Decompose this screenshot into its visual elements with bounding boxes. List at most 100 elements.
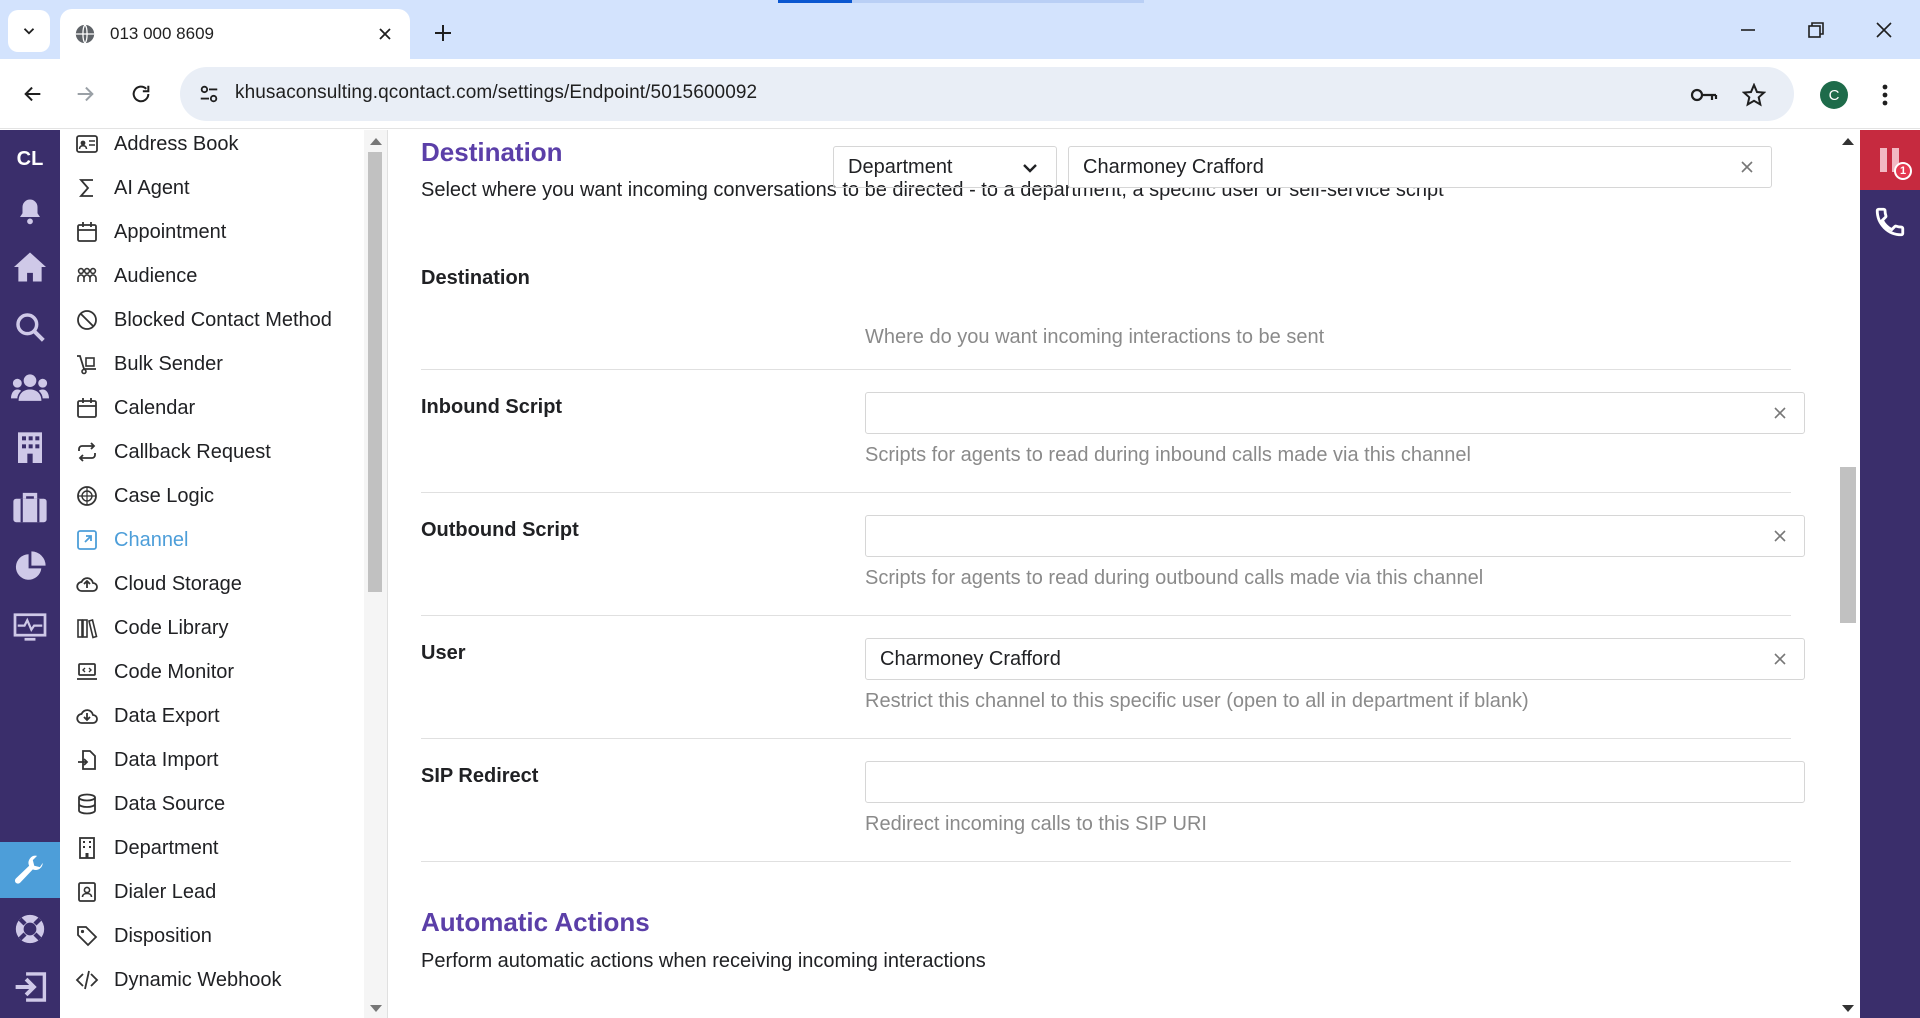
phone-button[interactable]	[1860, 192, 1920, 252]
address-bar[interactable]: khusaconsulting.qcontact.com/settings/En…	[180, 67, 1794, 121]
url-text[interactable]: khusaconsulting.qcontact.com/settings/En…	[235, 82, 757, 104]
settings-nav-item-audience[interactable]: Audience	[74, 256, 197, 296]
user-input[interactable]: Charmoney Crafford	[865, 638, 1805, 680]
back-button[interactable]	[14, 75, 52, 113]
settings-nav-item-label: Audience	[114, 264, 198, 287]
app-logo[interactable]: CL	[0, 148, 60, 171]
settings-nav-item-bulk-sender[interactable]: Bulk Sender	[74, 344, 223, 384]
organisations-button[interactable]	[0, 422, 60, 472]
settings-nav-item-appointment[interactable]: Appointment	[74, 212, 226, 252]
app-right-rail: 1	[1860, 130, 1920, 1018]
new-tab-button[interactable]	[426, 16, 460, 50]
inbound-script-input[interactable]	[865, 392, 1805, 434]
settings-nav-item-data-import[interactable]: Data Import	[74, 740, 218, 780]
monitor-icon	[13, 613, 47, 641]
settings-button[interactable]	[0, 842, 60, 898]
scroll-down-arrow[interactable]	[1842, 1005, 1854, 1012]
settings-nav-item-callback-request[interactable]: Callback Request	[74, 432, 271, 472]
settings-nav-item-data-source[interactable]: Data Source	[74, 784, 225, 824]
phone-icon	[1875, 207, 1905, 237]
building-icon	[74, 835, 100, 861]
browser-tab[interactable]: 013 000 8609	[60, 9, 410, 59]
profile-avatar[interactable]: C	[1820, 81, 1848, 109]
external-link-icon	[74, 527, 100, 553]
blocked-icon	[77, 310, 97, 330]
password-key-button[interactable]	[1690, 81, 1718, 109]
close-icon	[1774, 653, 1786, 665]
clear-inbound-script-button[interactable]	[1770, 403, 1790, 423]
file-import-icon	[74, 747, 100, 773]
settings-nav-item-case-logic[interactable]: Case Logic	[74, 476, 214, 516]
contact-icon	[78, 882, 96, 902]
settings-nav-scrollbar[interactable]	[364, 130, 388, 1018]
inbound-script-label: Inbound Script	[421, 396, 563, 418]
destination-type-select[interactable]: Department	[833, 146, 1057, 188]
contacts-button[interactable]	[0, 362, 60, 412]
home-button[interactable]	[0, 242, 60, 292]
settings-nav-item-label: Blocked Contact Method	[114, 308, 332, 331]
search-button[interactable]	[0, 302, 60, 352]
help-button[interactable]	[0, 904, 60, 954]
settings-nav-item-code-monitor[interactable]: Code Monitor	[74, 652, 234, 692]
tab-search-button[interactable]	[8, 10, 50, 52]
close-icon	[1774, 530, 1786, 542]
settings-nav-item-label: Address Book	[114, 132, 239, 155]
reports-button[interactable]	[0, 542, 60, 592]
destination-department-input[interactable]: Charmoney Crafford	[1068, 146, 1772, 188]
forward-button[interactable]	[66, 75, 104, 113]
settings-nav-item-label: Appointment	[114, 220, 227, 243]
settings-nav-item-calendar[interactable]: Calendar	[74, 388, 195, 428]
window-close-button[interactable]	[1859, 10, 1909, 50]
main-scrollbar[interactable]	[1836, 130, 1860, 1018]
cloud-download-icon	[74, 703, 100, 729]
logout-button[interactable]	[0, 962, 60, 1012]
clear-destination-button[interactable]	[1737, 157, 1757, 177]
restore-icon	[1808, 22, 1824, 38]
cases-button[interactable]	[0, 482, 60, 532]
browser-menu-button[interactable]	[1870, 77, 1900, 113]
settings-nav-item-dialer-lead[interactable]: Dialer Lead	[74, 872, 216, 912]
monitoring-button[interactable]	[0, 602, 60, 652]
settings-nav-item-ai-agent[interactable]: AI Agent	[74, 168, 190, 208]
settings-nav-item-data-export[interactable]: Data Export	[74, 696, 220, 736]
settings-nav-item-address-book[interactable]: Address Book	[74, 130, 239, 164]
tab-close-button[interactable]	[374, 23, 396, 45]
external-link-icon	[77, 530, 97, 550]
settings-nav-item-blocked-contact-method[interactable]: Blocked Contact Method	[74, 300, 332, 340]
scrollbar-thumb[interactable]	[1840, 467, 1856, 623]
minimize-button[interactable]	[1723, 10, 1773, 50]
automatic-actions-section-description: Perform automatic actions when receiving…	[421, 950, 986, 972]
notifications-button[interactable]	[0, 187, 60, 237]
interaction-queue-button[interactable]: 1	[1860, 130, 1920, 190]
settings-nav-item-channel[interactable]: Channel	[74, 520, 189, 560]
reload-button[interactable]	[122, 75, 160, 113]
settings-nav-item-dynamic-webhook[interactable]: Dynamic Webhook	[74, 960, 281, 1000]
sip-redirect-input[interactable]	[865, 761, 1805, 803]
scroll-up-arrow[interactable]	[1842, 138, 1854, 145]
scroll-up-arrow[interactable]	[370, 138, 382, 145]
star-icon	[1742, 83, 1766, 107]
scroll-down-arrow[interactable]	[370, 1005, 382, 1012]
settings-nav-item-label: Case Logic	[114, 484, 215, 507]
scrollbar-thumb[interactable]	[368, 152, 382, 592]
repeat-icon	[74, 439, 100, 465]
browser-toolbar: khusaconsulting.qcontact.com/settings/En…	[0, 59, 1920, 129]
reload-icon	[132, 85, 150, 103]
settings-nav-item-disposition[interactable]: Disposition	[74, 916, 212, 956]
settings-nav-item-cloud-storage[interactable]: Cloud Storage	[74, 564, 242, 604]
books-icon	[74, 615, 100, 641]
plus-icon	[435, 25, 451, 41]
site-info-button[interactable]	[194, 80, 224, 108]
user-label: User	[421, 642, 466, 664]
outbound-script-input[interactable]	[865, 515, 1805, 557]
bookmark-button[interactable]	[1740, 81, 1768, 109]
close-icon	[1876, 22, 1892, 38]
settings-nav-item-department[interactable]: Department	[74, 828, 219, 868]
clear-outbound-script-button[interactable]	[1770, 526, 1790, 546]
close-icon	[1774, 407, 1786, 419]
settings-nav-item-code-library[interactable]: Code Library	[74, 608, 229, 648]
restore-button[interactable]	[1791, 10, 1841, 50]
blocked-icon	[74, 307, 100, 333]
clear-user-button[interactable]	[1770, 649, 1790, 669]
settings-nav-item-label: Bulk Sender	[114, 352, 223, 375]
